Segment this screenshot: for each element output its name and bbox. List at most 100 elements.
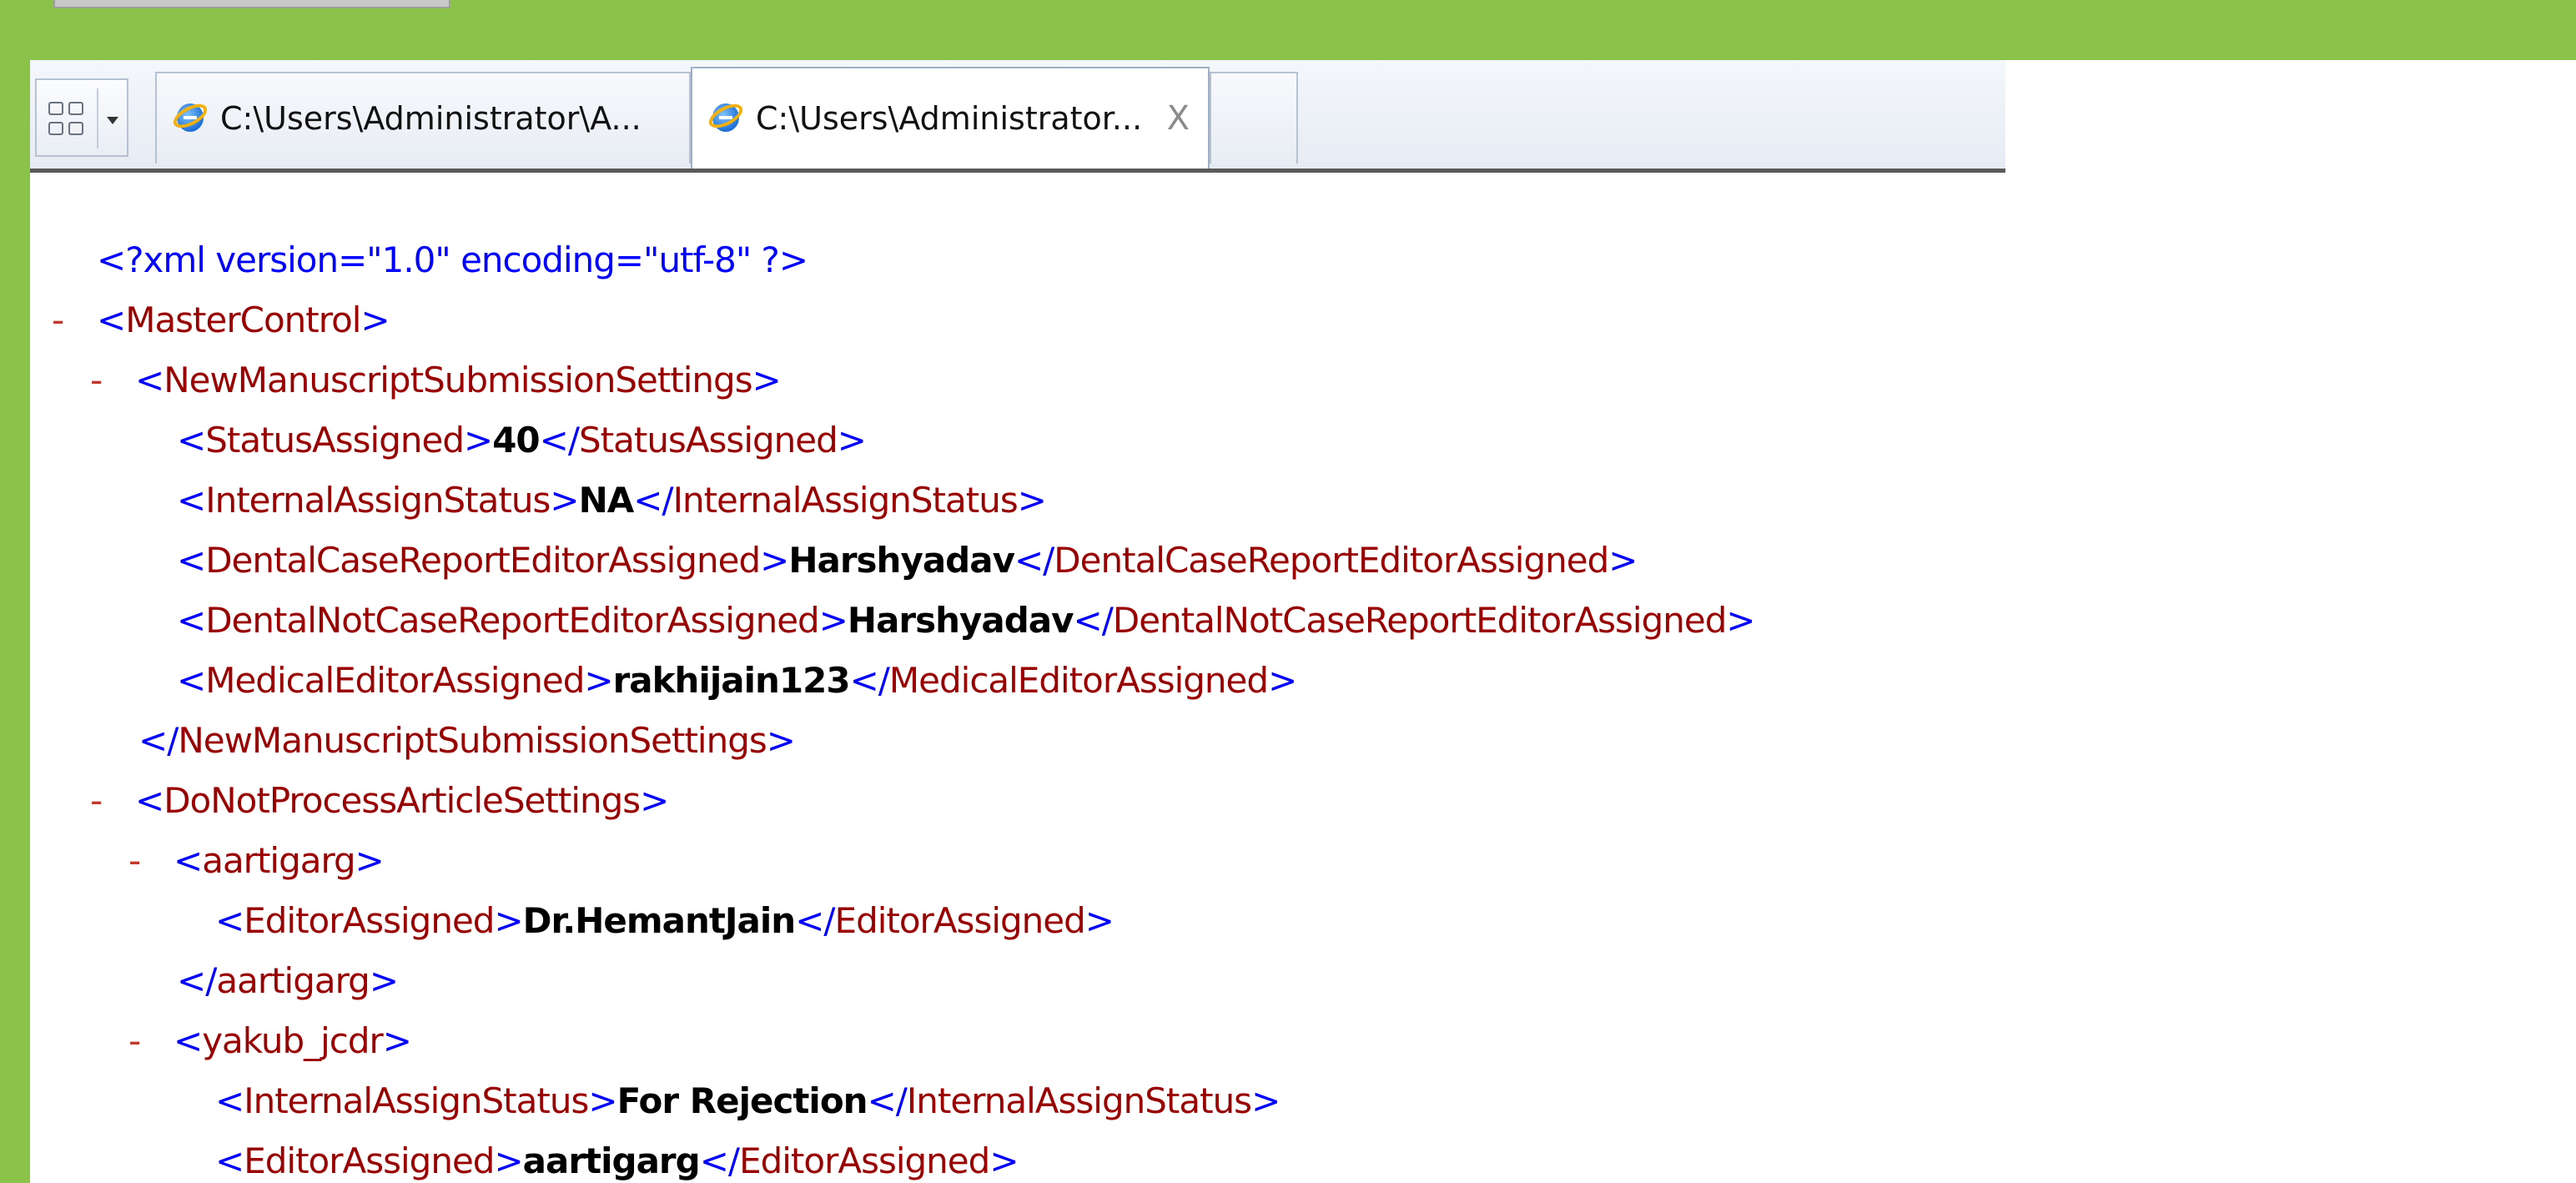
xml-line: <NewManuscriptSubmissionSettings> [135, 355, 782, 405]
bracket: > [1084, 900, 1114, 941]
xml-value: NA [578, 480, 635, 521]
bracket: > [382, 1020, 412, 1061]
bracket: </ [849, 660, 890, 701]
xml-tag-name: EditorAssigned [834, 900, 1086, 941]
bracket: > [463, 420, 493, 461]
bracket: > [369, 960, 399, 1001]
collapse-toggle[interactable]: - [128, 836, 141, 886]
bracket: < [97, 300, 126, 340]
xml-tag-name: aartigarg [202, 840, 355, 881]
bracket: > [494, 900, 523, 941]
internet-explorer-icon [705, 98, 747, 137]
xml-value: Harshyadav [788, 540, 1015, 581]
bracket: < [135, 360, 164, 400]
xml-tag-name: DentalCaseReportEditorAssigned [1054, 540, 1609, 581]
bracket: </ [1073, 600, 1114, 641]
xml-tag-name: StatusAssigned [205, 420, 465, 461]
bracket: < [135, 780, 164, 821]
collapse-toggle[interactable]: - [128, 1016, 141, 1066]
divider [97, 88, 98, 149]
quick-tabs-button[interactable] [35, 78, 128, 157]
xml-tag-name: EditorAssigned [244, 1140, 495, 1181]
xml-tag-name: InternalAssignStatus [672, 480, 1019, 521]
close-icon[interactable]: X [1167, 99, 1190, 138]
tab-bar: C:\Users\Administrator\A... C:\Users\Adm… [30, 60, 2005, 173]
xml-line: <InternalAssignStatus>NA</InternalAssign… [177, 476, 1047, 526]
bracket: </ [633, 480, 673, 521]
xml-tag-name: EditorAssigned [739, 1140, 990, 1181]
bracket: > [550, 480, 579, 521]
chevron-down-icon[interactable] [107, 117, 118, 124]
bracket: > [837, 420, 867, 461]
tab-2[interactable]: C:\Users\Administrator... X [691, 67, 1210, 169]
xml-value: aartigarg [522, 1140, 701, 1181]
xml-tag-name: aartigarg [216, 960, 370, 1001]
xml-tag-name: DentalNotCaseReportEditorAssigned [1112, 600, 1728, 641]
bracket: </ [867, 1080, 908, 1121]
xml-line: <DoNotProcessArticleSettings> [135, 776, 669, 826]
tab-2-label: C:\Users\Administrator... [756, 100, 1143, 137]
xml-line: <MedicalEditorAssigned>rakhijain123</Med… [177, 656, 1297, 706]
tab-1-label: C:\Users\Administrator\A... [220, 100, 641, 137]
quick-tabs-icon [48, 102, 88, 138]
new-tab-button[interactable] [1210, 72, 1298, 164]
tab-1[interactable]: C:\Users\Administrator\A... [155, 72, 691, 164]
internet-explorer-icon [169, 98, 211, 137]
xml-tag-name: EditorAssigned [244, 900, 495, 941]
bracket: < [174, 1020, 203, 1061]
collapse-toggle[interactable]: - [90, 355, 103, 405]
bracket: > [989, 1140, 1019, 1181]
xml-line: <DentalNotCaseReportEditorAssigned>Harsh… [177, 596, 1756, 646]
xml-tag-name: InternalAssignStatus [244, 1080, 589, 1121]
bracket: > [1017, 480, 1047, 521]
xml-line: <InternalAssignStatus>For Rejection</Int… [215, 1076, 1280, 1126]
xml-tag-name: MasterControl [125, 300, 361, 340]
xml-tag-name: NewManuscriptSubmissionSettings [164, 360, 752, 400]
xml-line: <StatusAssigned>40</StatusAssigned> [177, 415, 867, 466]
xml-tag-name: DentalCaseReportEditorAssigned [205, 540, 761, 581]
bracket: < [177, 660, 206, 701]
bracket: < [177, 420, 206, 461]
browser-window: C:\Users\Administrator\A... C:\Users\Adm… [30, 60, 2576, 1183]
xml-tag-name: DoNotProcessArticleSettings [164, 780, 641, 821]
xml-value: Harshyadav [847, 600, 1074, 641]
xml-line: <EditorAssigned>aartigarg</EditorAssigne… [215, 1136, 1019, 1183]
xml-tag-name: MedicalEditorAssigned [888, 660, 1269, 701]
bracket: < [177, 540, 206, 581]
bracket: > [588, 1080, 617, 1121]
xml-tag-name: DentalNotCaseReportEditorAssigned [205, 600, 820, 641]
bracket: > [360, 300, 390, 340]
bracket: > [760, 540, 789, 581]
xml-value: For Rejection [616, 1080, 868, 1121]
xml-line: </aartigarg> [177, 956, 399, 1006]
xml-line: </NewManuscriptSubmissionSettings> [138, 716, 796, 766]
xml-line: <yakub_jcdr> [174, 1016, 412, 1066]
collapse-toggle[interactable]: - [52, 295, 64, 345]
bracket: > [1268, 660, 1297, 701]
xml-line: <aartigarg> [174, 836, 385, 886]
bracket: < [215, 1140, 244, 1181]
xml-line: <DentalCaseReportEditorAssigned>Harshyad… [177, 536, 1638, 586]
bracket: </ [539, 420, 580, 461]
xml-tag-name: InternalAssignStatus [906, 1080, 1252, 1121]
xml-value: rakhijain123 [612, 660, 851, 701]
bracket: < [174, 840, 203, 881]
bracket: > [1251, 1080, 1280, 1121]
xml-value: 40 [492, 420, 540, 461]
bracket: > [752, 360, 782, 400]
xml-tag-name: MedicalEditorAssigned [205, 660, 585, 701]
bracket: < [177, 480, 206, 521]
bracket: </ [138, 720, 179, 761]
collapse-toggle[interactable]: - [90, 776, 103, 826]
bracket: < [177, 600, 206, 641]
bracket: > [355, 840, 385, 881]
xml-tag-name: yakub_jcdr [202, 1020, 384, 1061]
bracket: </ [699, 1140, 740, 1181]
bracket: > [494, 1140, 523, 1181]
bracket: > [818, 600, 848, 641]
bracket: </ [1014, 540, 1054, 581]
bracket: > [766, 720, 796, 761]
top-panel-edge [53, 0, 450, 8]
bracket: </ [177, 960, 217, 1001]
xml-declaration: <?xml version="1.0" encoding="utf-8" ?> [97, 239, 808, 280]
